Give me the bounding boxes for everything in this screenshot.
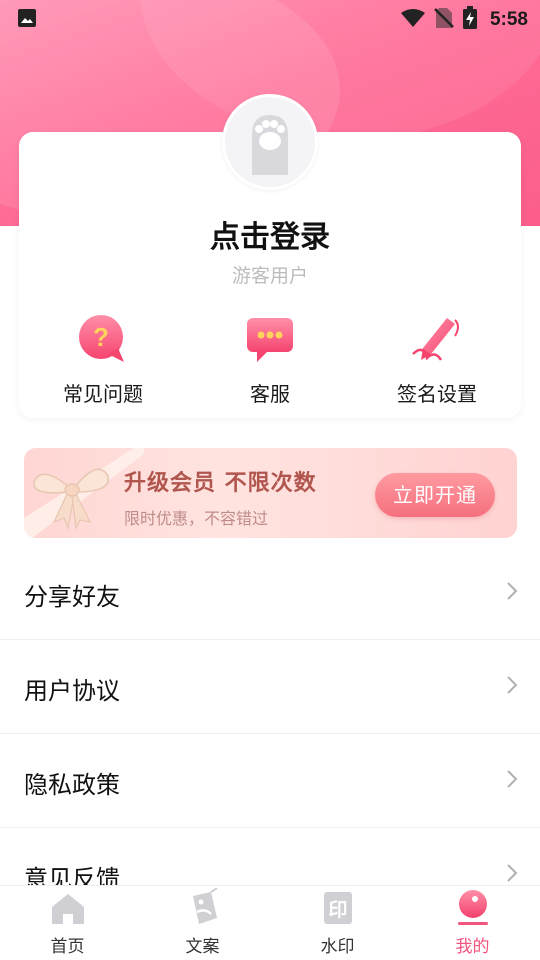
watermark-icon: 印 xyxy=(322,890,354,930)
tab-label: 我的 xyxy=(455,937,490,957)
bottom-tab-bar: 首页 文案 印 水印 我的 xyxy=(0,885,540,960)
tab-home[interactable]: 首页 xyxy=(0,886,135,960)
tab-copywriting[interactable]: 文案 xyxy=(135,886,270,960)
menu-item-label: 用户协议 xyxy=(24,677,120,705)
tab-label: 水印 xyxy=(320,937,355,957)
tab-label: 首页 xyxy=(50,937,85,957)
quick-action-label: 常见问题 xyxy=(63,382,143,406)
login-title[interactable]: 点击登录 xyxy=(0,212,540,256)
quick-action-customer-service[interactable]: 客服 xyxy=(186,312,354,407)
cat-paw-icon xyxy=(235,105,305,179)
quick-actions: ? 常见问题 客服 签名设置 xyxy=(19,312,521,412)
chat-bubble-icon xyxy=(245,316,295,368)
svg-text:?: ? xyxy=(93,322,109,352)
chevron-right-icon xyxy=(506,863,518,887)
menu-item-label: 分享好友 xyxy=(24,583,120,611)
svg-text:印: 印 xyxy=(328,899,347,921)
tab-profile[interactable]: 我的 xyxy=(405,886,540,960)
menu-item-user-agreement[interactable]: 用户协议 xyxy=(0,640,540,734)
tab-label: 文案 xyxy=(185,937,220,957)
chevron-right-icon xyxy=(506,581,518,605)
signature-pen-icon xyxy=(411,314,463,368)
status-time: 5:58 xyxy=(489,9,528,30)
menu-item-label: 隐私政策 xyxy=(24,771,120,799)
chevron-right-icon xyxy=(506,675,518,699)
vip-title: 升级会员 不限次数 xyxy=(124,471,317,496)
copywriting-icon xyxy=(185,887,221,930)
wifi-icon xyxy=(400,8,426,32)
vip-open-button[interactable]: 立即开通 xyxy=(375,473,495,517)
profile-icon xyxy=(454,888,492,930)
chevron-right-icon xyxy=(506,769,518,793)
question-bubble-icon: ? xyxy=(78,314,128,368)
vip-subtitle: 限时优惠，不容错过 xyxy=(124,509,269,528)
menu-item-privacy-policy[interactable]: 隐私政策 xyxy=(0,734,540,828)
status-bar: 5:58 xyxy=(0,0,540,36)
vip-banner[interactable]: 升级会员 不限次数 限时优惠，不容错过 立即开通 xyxy=(24,448,517,538)
quick-action-label: 签名设置 xyxy=(397,382,477,406)
home-icon xyxy=(50,892,86,930)
avatar[interactable] xyxy=(222,94,318,190)
quick-action-signature[interactable]: 签名设置 xyxy=(353,312,521,407)
tab-watermark[interactable]: 印 水印 xyxy=(270,886,405,960)
settings-menu: 分享好友 用户协议 隐私政策 意见反馈 xyxy=(0,546,540,922)
gallery-icon xyxy=(17,8,37,32)
quick-action-faq[interactable]: ? 常见问题 xyxy=(19,312,187,407)
battery-charging-icon xyxy=(462,6,478,34)
menu-item-share[interactable]: 分享好友 xyxy=(0,546,540,640)
guest-label: 游客用户 xyxy=(231,265,308,287)
quick-action-label: 客服 xyxy=(250,382,290,406)
no-sim-icon xyxy=(434,7,454,33)
